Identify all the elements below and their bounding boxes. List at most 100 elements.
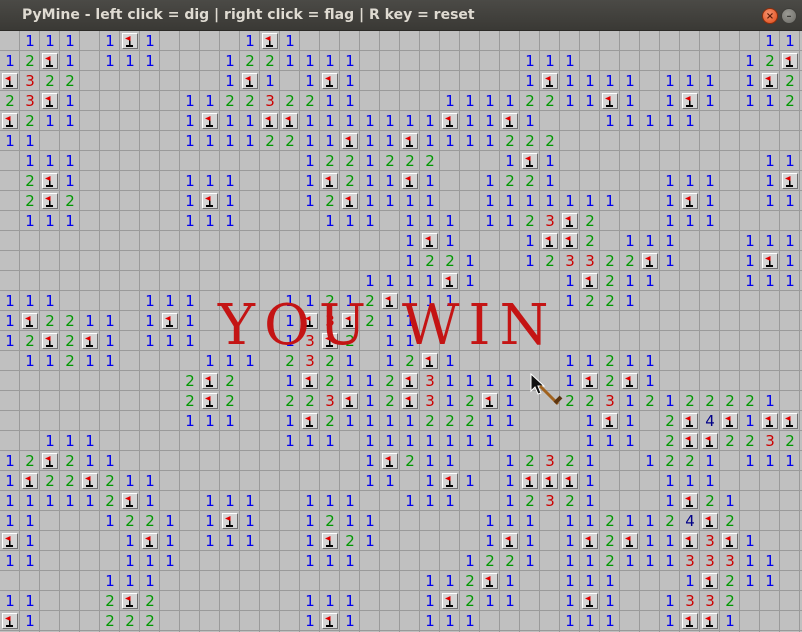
mine-count-cell[interactable]: 1	[780, 251, 800, 271]
mine-count-cell[interactable]: 1	[420, 191, 440, 211]
mine-count-cell[interactable]: 1	[660, 251, 680, 271]
flag-icon[interactable]	[202, 193, 218, 209]
mine-count-cell[interactable]: 1	[320, 131, 340, 151]
mine-count-cell[interactable]: 1	[60, 51, 80, 71]
mine-count-cell[interactable]: 1	[20, 31, 40, 51]
mine-count-cell[interactable]: 1	[640, 231, 660, 251]
mine-count-cell[interactable]: 2	[600, 351, 620, 371]
mine-count-cell[interactable]: 1	[740, 71, 760, 91]
mine-count-cell[interactable]: 1	[760, 31, 780, 51]
flag-icon[interactable]	[262, 113, 278, 129]
mine-count-cell[interactable]: 1	[760, 151, 780, 171]
mine-count-cell[interactable]: 1	[320, 551, 340, 571]
mine-count-cell[interactable]: 1	[560, 291, 580, 311]
mine-count-cell[interactable]: 1	[300, 511, 320, 531]
mine-count-cell[interactable]: 2	[240, 91, 260, 111]
mine-count-cell[interactable]: 1	[440, 211, 460, 231]
flag-icon[interactable]	[382, 453, 398, 469]
mine-count-cell[interactable]: 1	[560, 511, 580, 531]
mine-count-cell[interactable]: 3	[420, 371, 440, 391]
mine-count-cell[interactable]: 1	[20, 551, 40, 571]
mine-count-cell[interactable]: 1	[360, 411, 380, 431]
mine-count-cell[interactable]: 1	[240, 111, 260, 131]
mine-count-cell[interactable]: 1	[60, 111, 80, 131]
mine-count-cell[interactable]: 1	[640, 511, 660, 531]
mine-count-cell[interactable]: 2	[60, 71, 80, 91]
mine-count-cell[interactable]: 1	[20, 531, 40, 551]
mine-count-cell[interactable]: 1	[300, 151, 320, 171]
mine-count-cell[interactable]: 2	[40, 71, 60, 91]
mine-count-cell[interactable]: 1	[760, 451, 780, 471]
mine-count-cell[interactable]: 1	[480, 211, 500, 231]
mine-count-cell[interactable]: 2	[780, 71, 800, 91]
mine-count-cell[interactable]: 1	[480, 411, 500, 431]
mine-count-cell[interactable]: 1	[420, 271, 440, 291]
mine-count-cell[interactable]: 1	[380, 191, 400, 211]
flag-icon[interactable]	[582, 273, 598, 289]
mine-count-cell[interactable]: 1	[600, 71, 620, 91]
mine-count-cell[interactable]: 1	[580, 91, 600, 111]
mine-count-cell[interactable]: 1	[700, 171, 720, 191]
mine-count-cell[interactable]: 1	[340, 211, 360, 231]
mine-count-cell[interactable]: 1	[180, 91, 200, 111]
flag-icon[interactable]	[2, 613, 18, 629]
mine-count-cell[interactable]: 1	[760, 551, 780, 571]
mine-count-cell[interactable]: 2	[600, 251, 620, 271]
mine-count-cell[interactable]: 1	[500, 471, 520, 491]
mine-count-cell[interactable]: 1	[740, 551, 760, 571]
mine-count-cell[interactable]: 1	[300, 131, 320, 151]
mine-count-cell[interactable]: 1	[300, 431, 320, 451]
mine-count-cell[interactable]: 1	[120, 51, 140, 71]
mine-count-cell[interactable]: 1	[240, 511, 260, 531]
mine-count-cell[interactable]: 2	[680, 451, 700, 471]
mine-count-cell[interactable]: 1	[680, 471, 700, 491]
mine-count-cell[interactable]: 2	[60, 451, 80, 471]
flag-icon[interactable]	[782, 53, 798, 69]
mine-count-cell[interactable]: 2	[120, 511, 140, 531]
mine-count-cell[interactable]: 3	[560, 251, 580, 271]
mine-count-cell[interactable]: 2	[580, 391, 600, 411]
mine-count-cell[interactable]: 1	[100, 31, 120, 51]
mine-count-cell[interactable]: 1	[0, 311, 20, 331]
mine-count-cell[interactable]: 1	[440, 571, 460, 591]
mine-count-cell[interactable]: 1	[720, 491, 740, 511]
mine-count-cell[interactable]: 3	[680, 591, 700, 611]
mine-count-cell[interactable]: 1	[580, 511, 600, 531]
flag-icon[interactable]	[682, 93, 698, 109]
mine-count-cell[interactable]: 2	[140, 611, 160, 631]
mine-count-cell[interactable]: 1	[580, 571, 600, 591]
mine-count-cell[interactable]: 1	[300, 531, 320, 551]
mine-count-cell[interactable]: 2	[20, 331, 40, 351]
mine-count-cell[interactable]: 1	[380, 111, 400, 131]
mine-count-cell[interactable]: 2	[520, 131, 540, 151]
mine-count-cell[interactable]: 1	[620, 71, 640, 91]
mine-count-cell[interactable]: 3	[720, 551, 740, 571]
mine-count-cell[interactable]: 1	[340, 411, 360, 431]
mine-count-cell[interactable]: 2	[60, 311, 80, 331]
mine-count-cell[interactable]: 1	[40, 491, 60, 511]
mine-count-cell[interactable]: 1	[400, 111, 420, 131]
mine-count-cell[interactable]: 1	[180, 191, 200, 211]
flag-icon[interactable]	[682, 413, 698, 429]
mine-count-cell[interactable]: 1	[460, 431, 480, 451]
mine-count-cell[interactable]: 1	[60, 211, 80, 231]
flag-icon[interactable]	[502, 113, 518, 129]
flag-icon[interactable]	[562, 213, 578, 229]
mine-count-cell[interactable]: 1	[0, 471, 20, 491]
mine-count-cell[interactable]: 1	[240, 531, 260, 551]
mine-count-cell[interactable]: 2	[260, 131, 280, 151]
mine-count-cell[interactable]: 3	[320, 391, 340, 411]
mine-count-cell[interactable]: 2	[340, 531, 360, 551]
mine-count-cell[interactable]: 1	[540, 151, 560, 171]
mine-count-cell[interactable]: 2	[240, 51, 260, 71]
mine-count-cell[interactable]: 1	[740, 451, 760, 471]
mine-count-cell[interactable]: 1	[560, 571, 580, 591]
mine-count-cell[interactable]: 3	[20, 91, 40, 111]
mine-count-cell[interactable]: 2	[720, 571, 740, 591]
mine-count-cell[interactable]: 3	[540, 491, 560, 511]
mine-count-cell[interactable]: 1	[220, 491, 240, 511]
flag-icon[interactable]	[622, 373, 638, 389]
mine-count-cell[interactable]: 2	[520, 91, 540, 111]
mine-count-cell[interactable]: 1	[440, 231, 460, 251]
mine-count-cell[interactable]: 1	[640, 271, 660, 291]
